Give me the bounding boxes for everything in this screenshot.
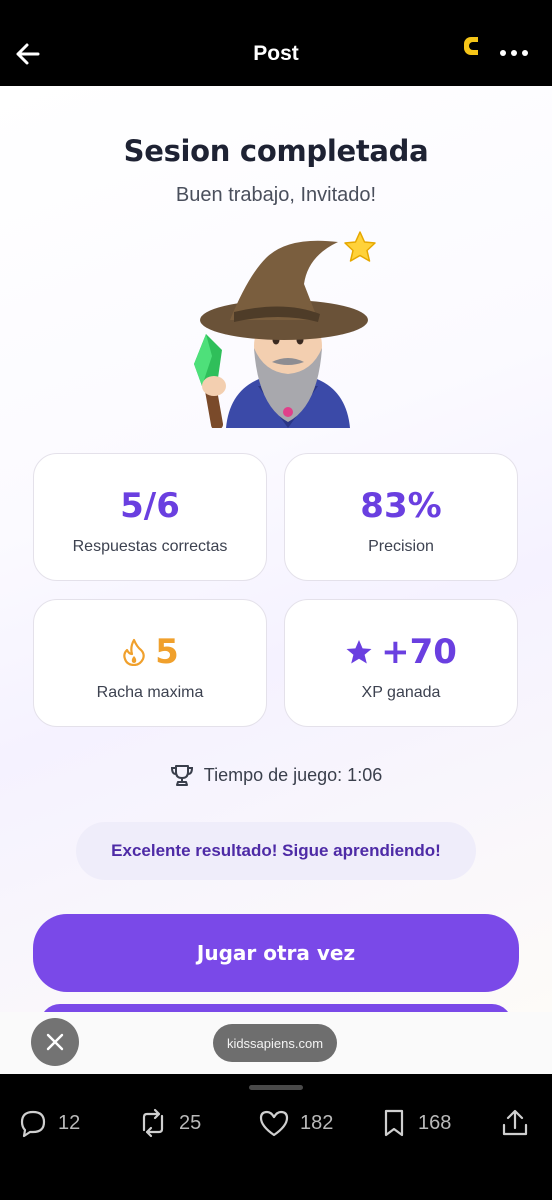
- reply-count: 12: [58, 1111, 81, 1134]
- share-button[interactable]: [500, 1106, 530, 1140]
- session-title: Sesion completada: [123, 134, 429, 168]
- bookmark-count: 168: [418, 1111, 452, 1134]
- result-message: Excelente resultado! Sigue aprendiendo!: [76, 822, 476, 880]
- stat-card-correct: 5/6 Respuestas correctas: [33, 453, 267, 581]
- sparkle-star-icon: [344, 231, 376, 262]
- play-time-text: Tiempo de juego: 1:06: [203, 764, 383, 785]
- repost-count: 25: [179, 1111, 202, 1134]
- xp-row: +70: [285, 630, 517, 674]
- play-again-button[interactable]: Jugar otra vez: [33, 914, 519, 992]
- secondary-button[interactable]: [40, 1004, 512, 1012]
- streak-row: 5: [34, 630, 266, 674]
- xp-label: XP ganada: [361, 684, 441, 701]
- session-subtitle: Buen trabajo, Invitado!: [175, 184, 377, 206]
- heart-icon: [259, 1110, 289, 1137]
- repost-button[interactable]: 25: [137, 1106, 201, 1140]
- correct-answers-value: 5/6: [120, 486, 180, 526]
- like-button[interactable]: 182: [258, 1106, 333, 1140]
- badge-icon: [464, 37, 478, 55]
- streak-value: 5: [155, 632, 179, 672]
- xp-value: +70: [381, 632, 457, 672]
- result-message-text: Excelente resultado! Sigue aprendiendo!: [111, 841, 441, 860]
- bookmark-icon: [384, 1109, 404, 1137]
- share-icon: [502, 1109, 528, 1136]
- repost-icon: [142, 1108, 164, 1138]
- flame-icon: [123, 638, 145, 666]
- star-icon: [346, 640, 372, 664]
- stat-card-xp: +70 XP ganada: [284, 599, 518, 727]
- close-icon: [46, 1033, 64, 1051]
- reply-icon: [20, 1110, 46, 1138]
- correct-answers-label: Respuestas correctas: [72, 538, 228, 555]
- streak-label: Racha maxima: [96, 684, 204, 701]
- bookmark-button[interactable]: 168: [380, 1106, 451, 1140]
- more-options-icon[interactable]: [498, 43, 530, 63]
- precision-label: Precision: [368, 538, 434, 555]
- play-time-row: Tiempo de juego: 1:06: [0, 762, 552, 788]
- domain-text: kidssapiens.com: [226, 1035, 324, 1051]
- reply-button[interactable]: 12: [18, 1106, 80, 1140]
- precision-value: 83%: [360, 486, 442, 526]
- stat-card-precision: 83% Precision: [284, 453, 518, 581]
- stat-card-streak: 5 Racha maxima: [33, 599, 267, 727]
- session-result-view: Sesion completada Buen trabajo, Invitado…: [0, 86, 552, 1012]
- domain-pill[interactable]: kidssapiens.com: [213, 1024, 337, 1062]
- like-count: 182: [300, 1111, 334, 1134]
- trophy-icon: [170, 765, 193, 786]
- wizard-image: [194, 240, 368, 428]
- close-button[interactable]: [31, 1018, 79, 1066]
- drag-handle[interactable]: [249, 1085, 303, 1090]
- play-again-label: Jugar otra vez: [196, 941, 356, 965]
